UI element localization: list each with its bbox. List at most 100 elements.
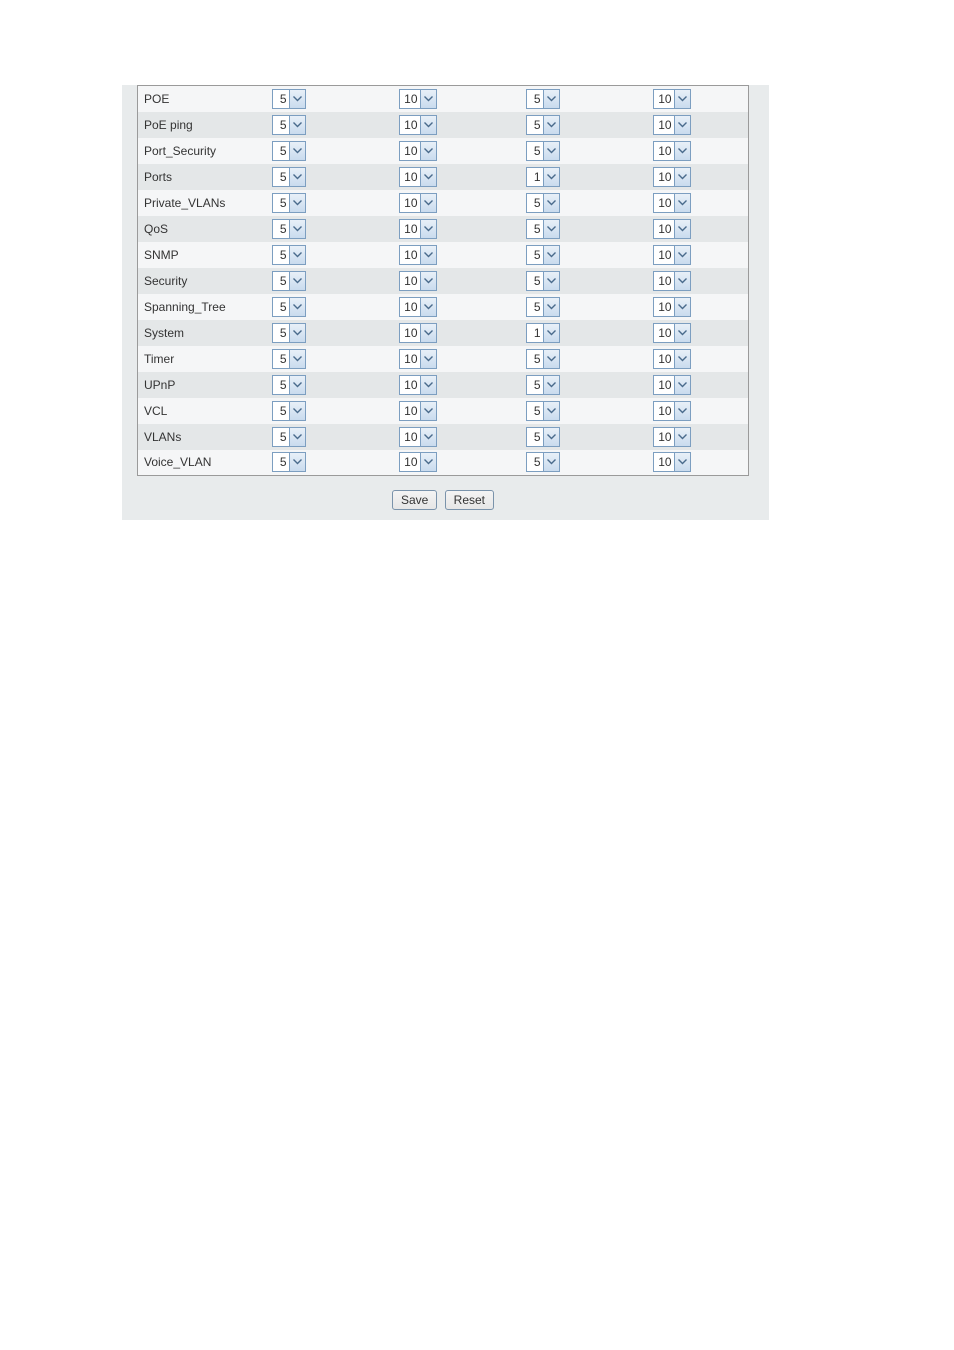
chevron-down-icon[interactable] xyxy=(543,168,559,186)
dropdown[interactable]: 5 xyxy=(526,401,560,421)
chevron-down-icon[interactable] xyxy=(543,350,559,368)
dropdown[interactable]: 10 xyxy=(399,297,437,317)
chevron-down-icon[interactable] xyxy=(543,116,559,134)
dropdown[interactable]: 10 xyxy=(653,193,691,213)
dropdown[interactable]: 5 xyxy=(272,271,306,291)
dropdown[interactable]: 10 xyxy=(653,89,691,109)
reset-button[interactable]: Reset xyxy=(445,490,494,510)
dropdown[interactable]: 10 xyxy=(399,401,437,421)
chevron-down-icon[interactable] xyxy=(289,453,305,471)
dropdown[interactable]: 5 xyxy=(272,375,306,395)
chevron-down-icon[interactable] xyxy=(420,350,436,368)
dropdown[interactable]: 5 xyxy=(272,452,306,472)
chevron-down-icon[interactable] xyxy=(543,402,559,420)
chevron-down-icon[interactable] xyxy=(674,298,690,316)
dropdown[interactable]: 10 xyxy=(653,245,691,265)
chevron-down-icon[interactable] xyxy=(543,453,559,471)
dropdown[interactable]: 10 xyxy=(399,349,437,369)
chevron-down-icon[interactable] xyxy=(543,142,559,160)
chevron-down-icon[interactable] xyxy=(674,350,690,368)
dropdown[interactable]: 5 xyxy=(526,141,560,161)
dropdown[interactable]: 10 xyxy=(653,219,691,239)
dropdown[interactable]: 10 xyxy=(399,167,437,187)
dropdown[interactable]: 10 xyxy=(653,115,691,135)
chevron-down-icon[interactable] xyxy=(543,376,559,394)
chevron-down-icon[interactable] xyxy=(543,90,559,108)
chevron-down-icon[interactable] xyxy=(289,90,305,108)
dropdown[interactable]: 10 xyxy=(653,271,691,291)
chevron-down-icon[interactable] xyxy=(289,272,305,290)
dropdown[interactable]: 10 xyxy=(653,167,691,187)
dropdown[interactable]: 10 xyxy=(653,427,691,447)
dropdown[interactable]: 1 xyxy=(526,323,560,343)
dropdown[interactable]: 10 xyxy=(399,427,437,447)
dropdown[interactable]: 5 xyxy=(526,349,560,369)
dropdown[interactable]: 10 xyxy=(399,271,437,291)
dropdown[interactable]: 5 xyxy=(526,427,560,447)
chevron-down-icon[interactable] xyxy=(543,194,559,212)
dropdown[interactable]: 10 xyxy=(399,452,437,472)
chevron-down-icon[interactable] xyxy=(289,168,305,186)
chevron-down-icon[interactable] xyxy=(674,116,690,134)
dropdown[interactable]: 5 xyxy=(272,193,306,213)
chevron-down-icon[interactable] xyxy=(420,246,436,264)
dropdown[interactable]: 10 xyxy=(653,297,691,317)
dropdown[interactable]: 10 xyxy=(399,115,437,135)
dropdown[interactable]: 5 xyxy=(272,141,306,161)
chevron-down-icon[interactable] xyxy=(420,142,436,160)
dropdown[interactable]: 10 xyxy=(399,141,437,161)
chevron-down-icon[interactable] xyxy=(420,453,436,471)
chevron-down-icon[interactable] xyxy=(420,402,436,420)
dropdown[interactable]: 5 xyxy=(272,115,306,135)
dropdown[interactable]: 5 xyxy=(272,167,306,187)
dropdown[interactable]: 5 xyxy=(272,427,306,447)
dropdown[interactable]: 5 xyxy=(526,271,560,291)
chevron-down-icon[interactable] xyxy=(289,324,305,342)
chevron-down-icon[interactable] xyxy=(543,272,559,290)
chevron-down-icon[interactable] xyxy=(674,376,690,394)
chevron-down-icon[interactable] xyxy=(289,220,305,238)
chevron-down-icon[interactable] xyxy=(289,298,305,316)
chevron-down-icon[interactable] xyxy=(674,428,690,446)
chevron-down-icon[interactable] xyxy=(543,428,559,446)
dropdown[interactable]: 5 xyxy=(526,375,560,395)
dropdown[interactable]: 5 xyxy=(272,219,306,239)
dropdown[interactable]: 5 xyxy=(526,245,560,265)
chevron-down-icon[interactable] xyxy=(674,168,690,186)
dropdown[interactable]: 5 xyxy=(272,245,306,265)
chevron-down-icon[interactable] xyxy=(420,116,436,134)
dropdown[interactable]: 10 xyxy=(399,89,437,109)
dropdown[interactable]: 10 xyxy=(653,401,691,421)
dropdown[interactable]: 10 xyxy=(399,193,437,213)
chevron-down-icon[interactable] xyxy=(674,194,690,212)
chevron-down-icon[interactable] xyxy=(289,116,305,134)
dropdown[interactable]: 5 xyxy=(526,219,560,239)
chevron-down-icon[interactable] xyxy=(420,428,436,446)
chevron-down-icon[interactable] xyxy=(543,220,559,238)
chevron-down-icon[interactable] xyxy=(674,324,690,342)
dropdown[interactable]: 10 xyxy=(653,141,691,161)
chevron-down-icon[interactable] xyxy=(674,246,690,264)
dropdown[interactable]: 10 xyxy=(653,323,691,343)
chevron-down-icon[interactable] xyxy=(289,194,305,212)
dropdown[interactable]: 5 xyxy=(526,89,560,109)
dropdown[interactable]: 10 xyxy=(653,452,691,472)
dropdown[interactable]: 1 xyxy=(526,167,560,187)
dropdown[interactable]: 10 xyxy=(399,245,437,265)
dropdown[interactable]: 10 xyxy=(653,349,691,369)
chevron-down-icon[interactable] xyxy=(420,90,436,108)
dropdown[interactable]: 10 xyxy=(399,323,437,343)
chevron-down-icon[interactable] xyxy=(289,428,305,446)
chevron-down-icon[interactable] xyxy=(420,298,436,316)
chevron-down-icon[interactable] xyxy=(420,220,436,238)
chevron-down-icon[interactable] xyxy=(674,220,690,238)
dropdown[interactable]: 10 xyxy=(399,375,437,395)
dropdown[interactable]: 10 xyxy=(399,219,437,239)
chevron-down-icon[interactable] xyxy=(420,324,436,342)
dropdown[interactable]: 5 xyxy=(526,452,560,472)
dropdown[interactable]: 5 xyxy=(272,297,306,317)
chevron-down-icon[interactable] xyxy=(674,90,690,108)
dropdown[interactable]: 5 xyxy=(272,323,306,343)
chevron-down-icon[interactable] xyxy=(289,350,305,368)
dropdown[interactable]: 5 xyxy=(272,349,306,369)
